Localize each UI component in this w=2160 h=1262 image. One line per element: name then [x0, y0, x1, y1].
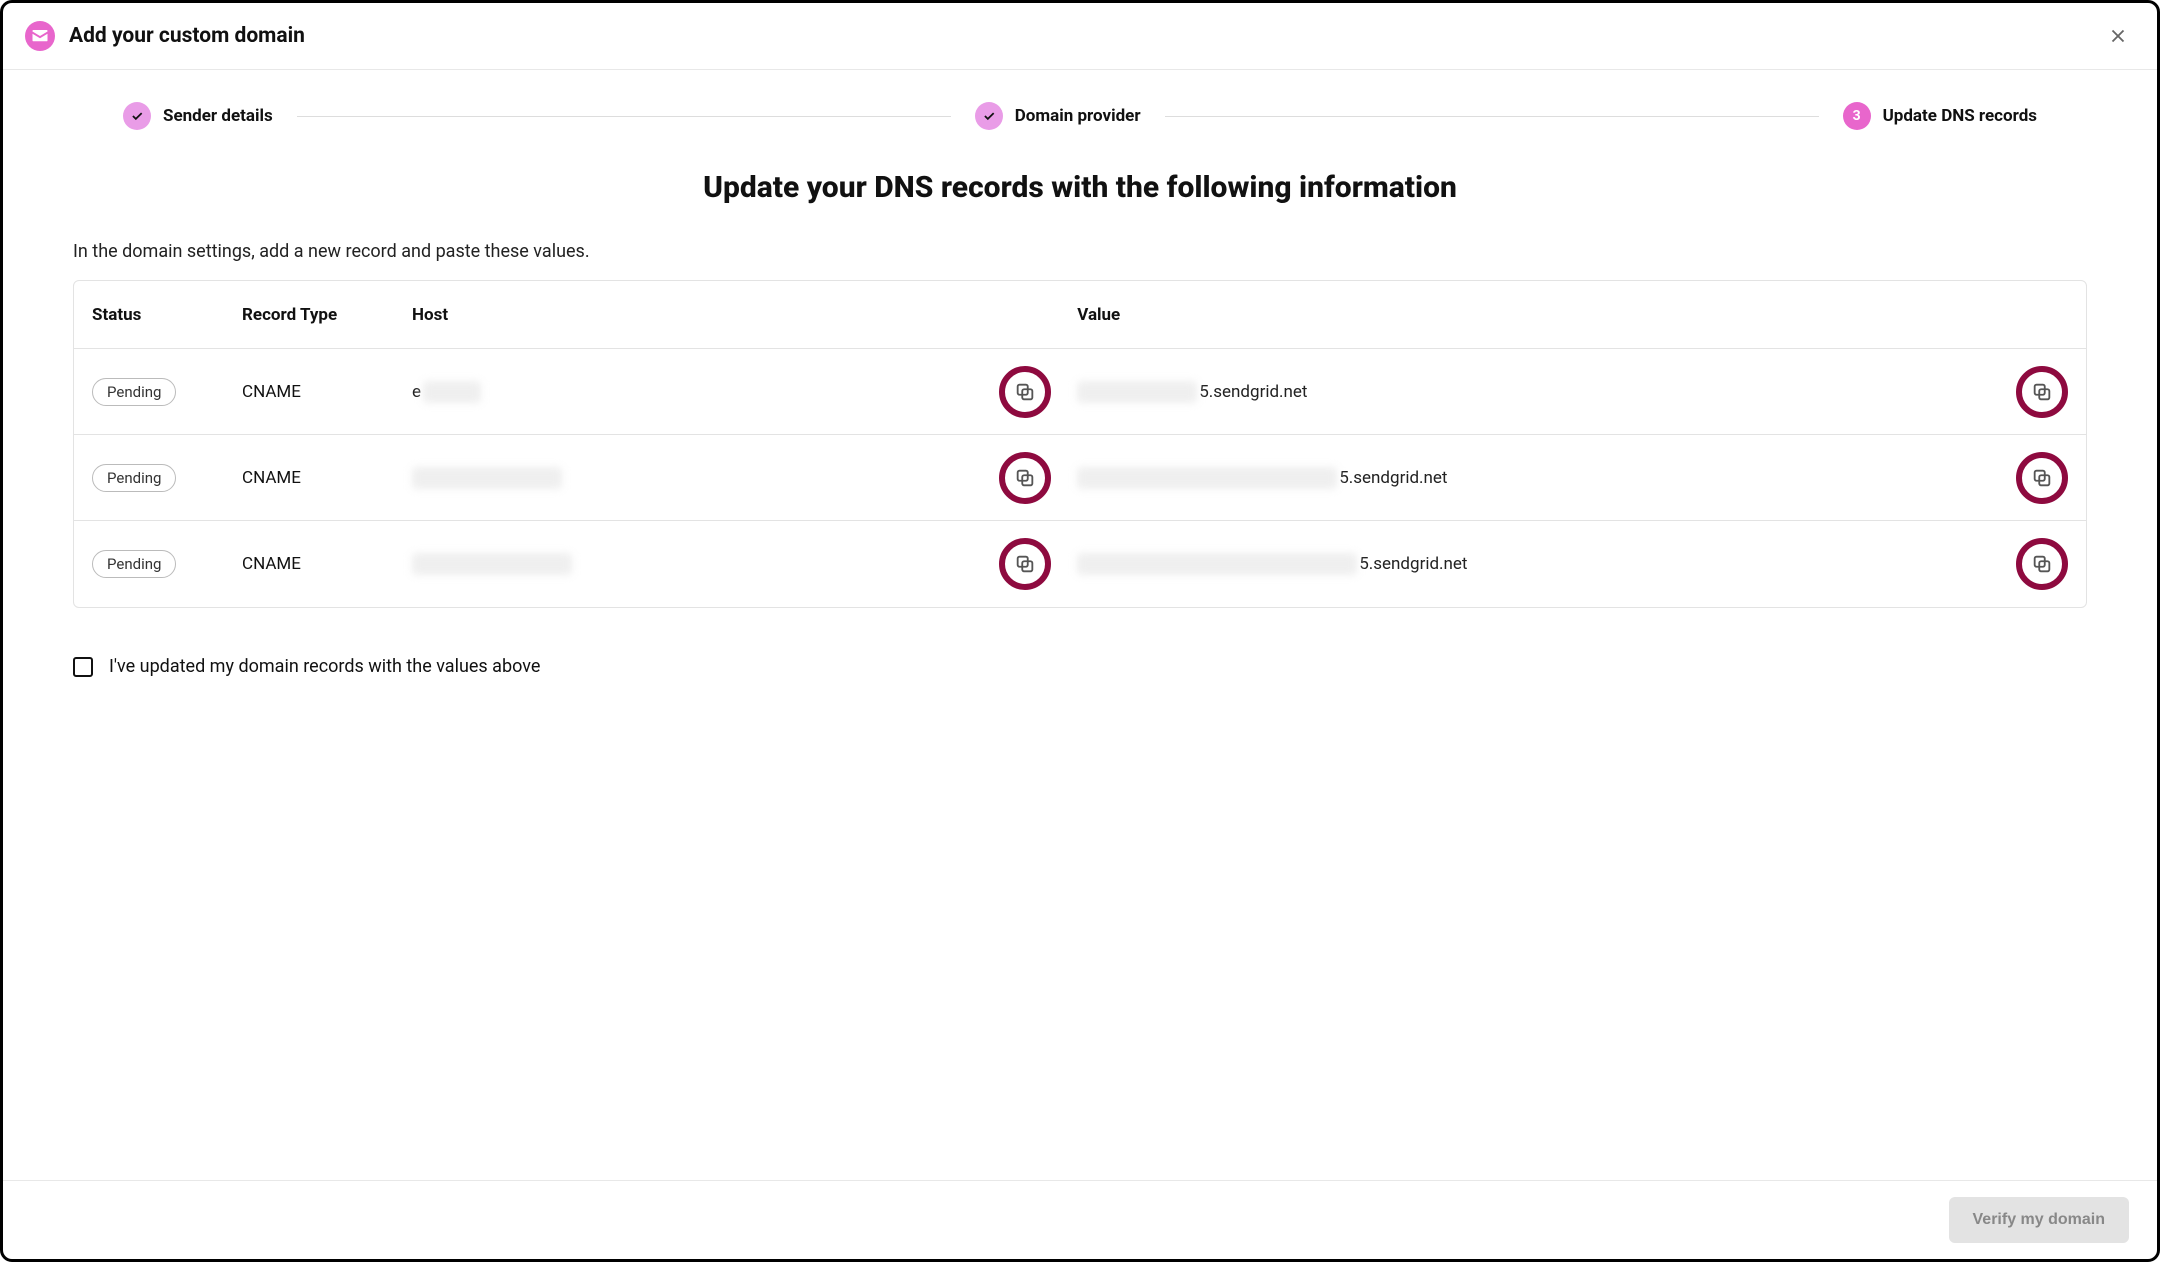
record-type-cell: CNAME: [242, 382, 412, 402]
check-icon: [123, 102, 151, 130]
envelope-icon: [25, 21, 55, 51]
host-cell: [412, 538, 1077, 590]
confirm-checkbox[interactable]: [73, 657, 93, 677]
col-header-type: Record Type: [242, 305, 412, 325]
copy-value-button[interactable]: [2016, 366, 2068, 418]
value-cell: 5.sendgrid.net: [1077, 452, 2068, 504]
table-row: Pending CNAME e 5.sendgrid.net: [74, 349, 2086, 435]
step-connector: [1165, 116, 1819, 117]
redacted-text: [412, 467, 562, 489]
record-type-cell: CNAME: [242, 468, 412, 488]
status-badge: Pending: [92, 550, 176, 578]
step-label: Domain provider: [1015, 106, 1141, 126]
check-icon: [975, 102, 1003, 130]
page-heading: Update your DNS records with the followi…: [3, 158, 2157, 241]
table-row: Pending CNAME 5.sendgrid.net: [74, 435, 2086, 521]
status-cell: Pending: [92, 550, 242, 578]
step-connector: [297, 116, 951, 117]
header-left: Add your custom domain: [25, 21, 305, 51]
host-cell: [412, 452, 1077, 504]
step-update-dns: 3 Update DNS records: [1843, 102, 2037, 130]
col-header-value: Value: [1077, 305, 2068, 325]
value-text: 5.sendgrid.net: [1077, 467, 1447, 489]
dns-table-wrap: Status Record Type Host Value Pending CN…: [3, 280, 2157, 608]
status-badge: Pending: [92, 378, 176, 406]
host-cell: e: [412, 366, 1077, 418]
copy-value-button[interactable]: [2016, 538, 2068, 590]
redacted-text: [1077, 467, 1337, 489]
copy-host-button[interactable]: [999, 538, 1051, 590]
stepper: Sender details Domain provider 3 Update …: [3, 70, 2157, 158]
instruction-text: In the domain settings, add a new record…: [3, 241, 2157, 280]
record-type-cell: CNAME: [242, 554, 412, 574]
modal-footer: Verify my domain: [3, 1180, 2157, 1259]
close-icon[interactable]: [2107, 25, 2129, 47]
value-text: 5.sendgrid.net: [1077, 381, 1307, 403]
step-sender-details: Sender details: [123, 102, 273, 130]
dns-table: Status Record Type Host Value Pending CN…: [73, 280, 2087, 608]
status-cell: Pending: [92, 378, 242, 406]
table-row: Pending CNAME 5.sendgrid.net: [74, 521, 2086, 607]
step-label: Sender details: [163, 106, 273, 126]
host-value: e: [412, 381, 481, 403]
confirm-checkbox-label: I've updated my domain records with the …: [109, 656, 540, 677]
verify-domain-button[interactable]: Verify my domain: [1949, 1197, 2130, 1243]
status-cell: Pending: [92, 464, 242, 492]
col-header-host: Host: [412, 305, 1077, 325]
modal-header: Add your custom domain: [3, 3, 2157, 70]
host-value: [412, 553, 572, 575]
redacted-text: [412, 553, 572, 575]
redacted-text: [1077, 381, 1197, 403]
table-header-row: Status Record Type Host Value: [74, 281, 2086, 349]
copy-host-button[interactable]: [999, 366, 1051, 418]
step-number-badge: 3: [1843, 102, 1871, 130]
modal-title: Add your custom domain: [69, 24, 305, 48]
value-text: 5.sendgrid.net: [1077, 553, 1467, 575]
modal-content: Sender details Domain provider 3 Update …: [3, 70, 2157, 1180]
copy-value-button[interactable]: [2016, 452, 2068, 504]
confirmation-row: I've updated my domain records with the …: [3, 608, 2157, 717]
value-cell: 5.sendgrid.net: [1077, 366, 2068, 418]
redacted-text: [1077, 553, 1357, 575]
host-value: [412, 467, 562, 489]
modal-add-custom-domain: Add your custom domain Sender details Do…: [0, 0, 2160, 1262]
step-label: Update DNS records: [1883, 106, 2037, 126]
value-cell: 5.sendgrid.net: [1077, 538, 2068, 590]
col-header-status: Status: [92, 305, 242, 325]
redacted-text: [423, 381, 481, 403]
copy-host-button[interactable]: [999, 452, 1051, 504]
step-domain-provider: Domain provider: [975, 102, 1141, 130]
status-badge: Pending: [92, 464, 176, 492]
